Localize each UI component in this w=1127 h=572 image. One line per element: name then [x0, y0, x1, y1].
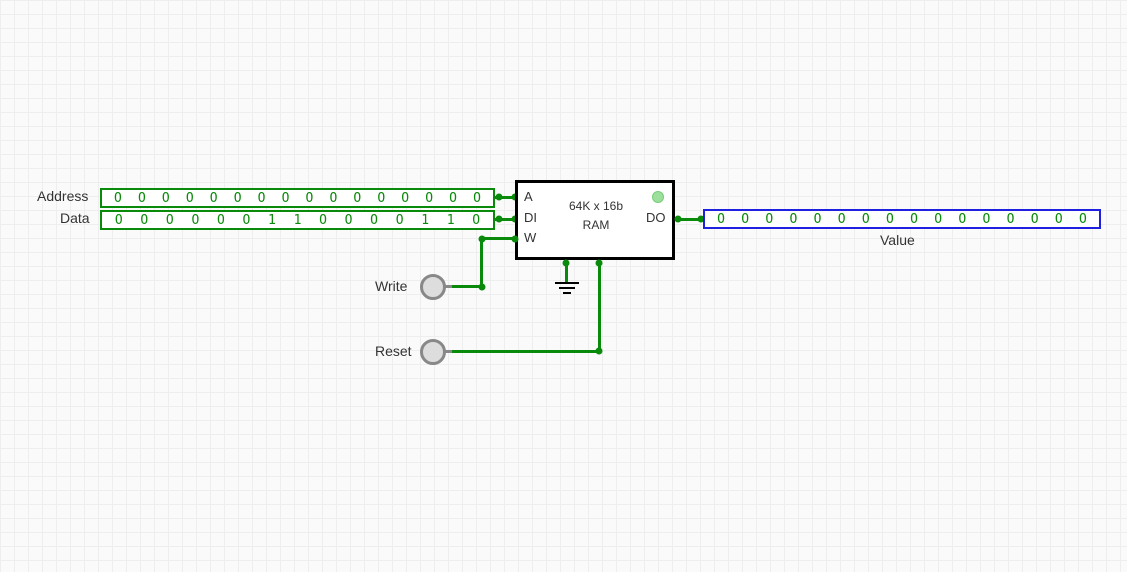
bit: O	[274, 191, 298, 206]
data-label: Data	[60, 210, 90, 226]
bit: O	[393, 191, 417, 206]
bit: O	[310, 213, 336, 228]
bit: O	[709, 212, 733, 227]
bit: O	[441, 191, 465, 206]
bit: O	[298, 191, 322, 206]
bit: O	[830, 212, 854, 227]
bit: O	[336, 213, 362, 228]
circuit-canvas: Address Data OOOOOOOOOOOOOOOO OOOOOO11OO…	[0, 0, 1127, 572]
bit: O	[926, 212, 950, 227]
write-button[interactable]	[420, 274, 446, 300]
bit: O	[250, 191, 274, 206]
node-di	[496, 216, 503, 223]
bit: O	[202, 191, 226, 206]
bit: O	[757, 212, 781, 227]
bit: O	[154, 191, 178, 206]
reset-label: Reset	[375, 343, 412, 359]
bit: O	[999, 212, 1023, 227]
wire-w-v	[480, 237, 483, 287]
address-register[interactable]: OOOOOOOOOOOOOOOO	[100, 188, 495, 208]
ram-pin-di: DI	[524, 210, 537, 225]
value-label: Value	[880, 232, 915, 248]
bit: O	[1023, 212, 1047, 227]
wire-reset-v	[598, 260, 601, 352]
bit: O	[465, 191, 489, 206]
node-w-junction	[479, 284, 486, 291]
ram-status-led	[652, 191, 664, 203]
bit: O	[1047, 212, 1071, 227]
node-w-junction2	[479, 236, 486, 243]
bit: O	[361, 213, 387, 228]
bit: 1	[412, 213, 438, 228]
bit: O	[387, 213, 413, 228]
bit: O	[1071, 212, 1095, 227]
address-label: Address	[37, 188, 88, 204]
bit: O	[345, 191, 369, 206]
bit: O	[234, 213, 260, 228]
bit: O	[878, 212, 902, 227]
bit: O	[157, 213, 183, 228]
bit: O	[463, 213, 489, 228]
ram-title-1: 64K x 16b	[556, 199, 636, 213]
bit: O	[733, 212, 757, 227]
ram-pin-do: DO	[646, 210, 666, 225]
bit: O	[130, 191, 154, 206]
bit: O	[183, 213, 209, 228]
ram-title-2: RAM	[556, 218, 636, 232]
gnd-bar2	[559, 287, 575, 289]
gnd-bar3	[563, 292, 571, 294]
node-do	[675, 216, 682, 223]
bit: O	[208, 213, 234, 228]
bit: O	[854, 212, 878, 227]
bit: 1	[285, 213, 311, 228]
ram-pin-a: A	[524, 189, 533, 204]
bit: O	[178, 191, 202, 206]
bit: O	[950, 212, 974, 227]
data-register[interactable]: OOOOOO11OOOO11O	[100, 210, 495, 230]
node-reset-corner	[596, 348, 603, 355]
bit: 1	[259, 213, 285, 228]
bit: O	[106, 191, 130, 206]
bit: O	[902, 212, 926, 227]
reset-button[interactable]	[420, 339, 446, 365]
value-register: OOOOOOOOOOOOOOOO	[703, 209, 1101, 229]
ram-pin-w: W	[524, 230, 536, 245]
node-reset-top	[596, 260, 603, 267]
bit: O	[417, 191, 441, 206]
bit: 1	[438, 213, 464, 228]
node-a	[496, 194, 503, 201]
bit: O	[974, 212, 998, 227]
bit: O	[106, 213, 132, 228]
write-label: Write	[375, 278, 407, 294]
node-gnd-top	[563, 260, 570, 267]
bit: O	[806, 212, 830, 227]
bit: O	[132, 213, 158, 228]
bit: O	[321, 191, 345, 206]
wire-reset-h	[450, 350, 601, 353]
bit: O	[781, 212, 805, 227]
bit: O	[226, 191, 250, 206]
bit: O	[369, 191, 393, 206]
gnd-bar1	[555, 282, 579, 284]
